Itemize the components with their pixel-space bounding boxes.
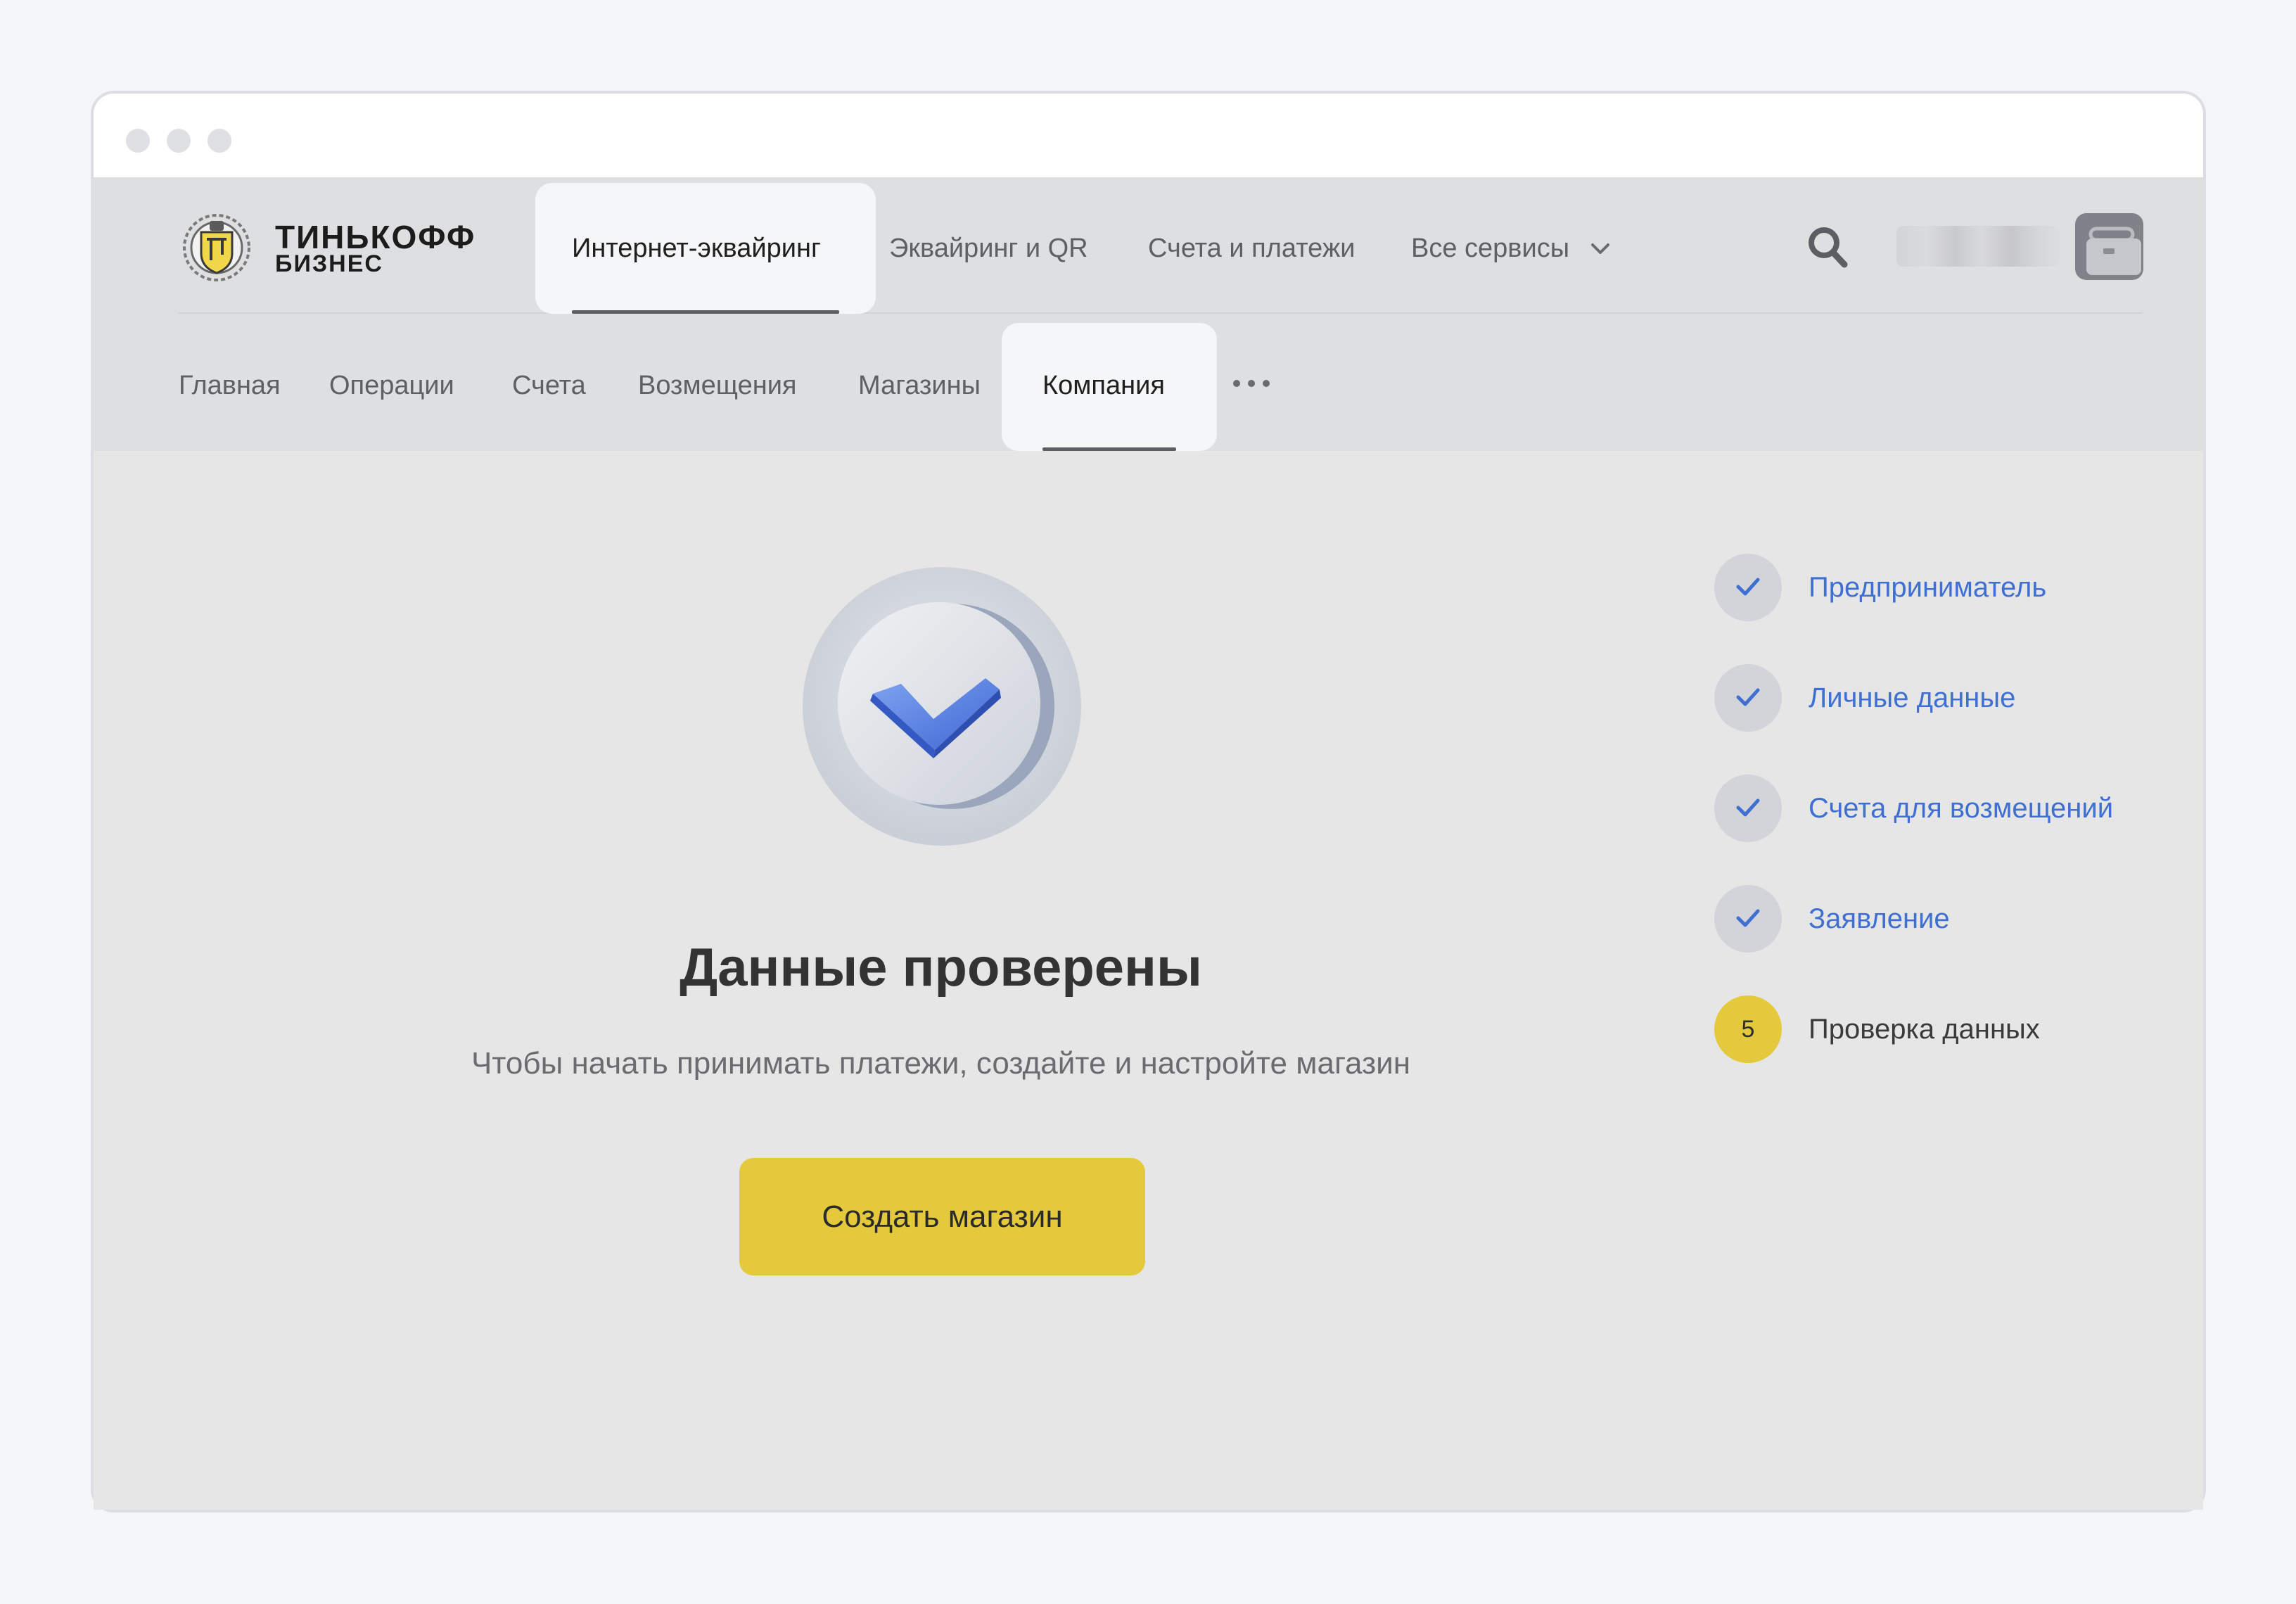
step-label: Предприниматель: [1809, 572, 2047, 603]
subtab-shops[interactable]: Магазины: [858, 323, 981, 448]
window-titlebar: [94, 94, 2203, 180]
check-icon: [1736, 688, 1760, 706]
chevron-down-icon: [1591, 243, 1609, 254]
check-badge-icon: [803, 567, 1081, 846]
step-label: Заявление: [1809, 903, 1950, 934]
step-check-badge: [1714, 664, 1782, 732]
check-icon: [1736, 798, 1760, 817]
user-name-blurred[interactable]: [1896, 226, 2060, 267]
coat-of-arms-icon: [183, 214, 250, 281]
create-shop-button[interactable]: Создать магазин: [739, 1158, 1145, 1275]
step-label: Счета для возмещений: [1809, 793, 2114, 824]
step-number: 5: [1741, 1016, 1755, 1043]
window-control-close[interactable]: [126, 129, 150, 153]
company-avatar[interactable]: [2075, 213, 2143, 280]
tab-label: Интернет-эквайринг: [572, 234, 821, 263]
step-number-badge: 5: [1714, 995, 1782, 1063]
subtab-refunds[interactable]: Возмещения: [638, 323, 797, 448]
step-check-badge: [1714, 885, 1782, 953]
tab-internet-acquiring[interactable]: Интернет-эквайринг: [535, 183, 876, 314]
step-check-badge: [1714, 554, 1782, 621]
logo-subtitle: БИЗНЕС: [275, 250, 383, 277]
subtab-company[interactable]: Компания: [1002, 323, 1217, 451]
briefcase-icon: [2086, 227, 2141, 275]
search-icon[interactable]: [1806, 225, 1850, 270]
tab-acquiring-qr[interactable]: Эквайринг и QR: [889, 183, 1088, 314]
subtab-label: Компания: [1042, 371, 1165, 400]
window-control-maximize[interactable]: [208, 129, 231, 153]
tinkoff-business-logo[interactable]: ТИНЬКОФФ БИЗНЕС: [179, 211, 509, 284]
page-subtitle: Чтобы начать принимать платежи, создайте…: [471, 1046, 1411, 1081]
window-control-minimize[interactable]: [167, 129, 191, 153]
active-tab-indicator: [572, 310, 839, 314]
tab-label: Все сервисы: [1411, 234, 1570, 263]
check-icon: [1736, 909, 1760, 927]
subtab-main[interactable]: Главная: [179, 323, 281, 448]
check-icon: [1736, 578, 1760, 596]
active-subtab-indicator: [1042, 447, 1176, 451]
tab-accounts-payments[interactable]: Счета и платежи: [1148, 183, 1356, 314]
subtab-operations[interactable]: Операции: [329, 323, 454, 448]
tab-all-services[interactable]: Все сервисы: [1411, 183, 1609, 314]
step-check-badge: [1714, 775, 1782, 842]
more-dots-icon[interactable]: [1232, 378, 1271, 388]
step-label: Проверка данных: [1809, 1014, 2040, 1045]
step-label: Личные данные: [1809, 682, 2016, 713]
page-title: Данные проверены: [680, 938, 1202, 998]
subtab-accounts[interactable]: Счета: [512, 323, 586, 448]
